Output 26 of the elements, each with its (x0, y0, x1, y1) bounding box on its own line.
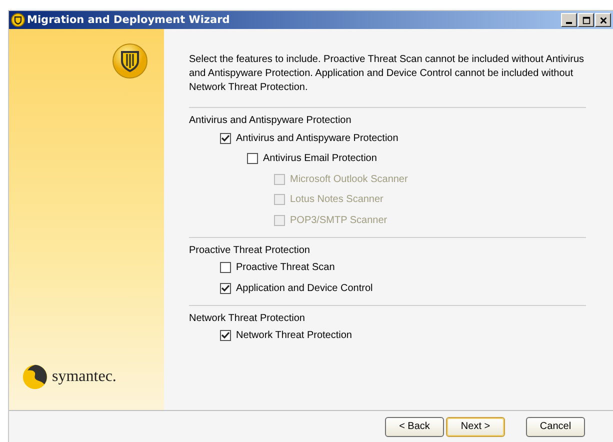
check-icon (221, 331, 230, 340)
group-heading: Proactive Threat Protection (189, 244, 311, 258)
group-heading: Antivirus and Antispyware Protection (189, 114, 352, 128)
shield-icon (11, 13, 25, 27)
feature-checkbox[interactable]: Antivirus Email Protection (189, 148, 589, 169)
wizard-button[interactable]: Next > (446, 416, 505, 436)
close-icon (598, 16, 608, 24)
description-text: Select the features to include. Proactive Threat Scan cannot be included without Antivirus and Antispyware Protection. Application and Device Control cannot be included without Network Threat Protection. (189, 53, 586, 95)
minimize-icon (566, 22, 572, 24)
check-icon (221, 284, 230, 293)
minimize-button[interactable] (561, 13, 577, 27)
feature-checkbox[interactable]: Proactive Threat Scan (189, 258, 589, 278)
shield-icon (112, 43, 148, 79)
wizard-button[interactable]: Cancel (526, 416, 585, 436)
maximize-icon (582, 16, 590, 24)
feature-checkbox[interactable]: Antivirus and Antispyware Protection (189, 128, 589, 148)
maximize-button[interactable] (578, 13, 594, 27)
window-title: Migration and Deployment Wizard (27, 14, 231, 26)
feature-checkbox[interactable]: Network Threat Protection (189, 326, 589, 346)
feature-checkbox[interactable]: Application and Device Control (189, 278, 589, 298)
wizard-button[interactable]: < Back (385, 416, 444, 436)
close-button[interactable] (595, 13, 611, 27)
logo-icon (22, 364, 48, 390)
check-icon (221, 134, 230, 143)
group-heading: Network Threat Protection (189, 312, 306, 326)
brand-name: symantec. (52, 368, 116, 386)
